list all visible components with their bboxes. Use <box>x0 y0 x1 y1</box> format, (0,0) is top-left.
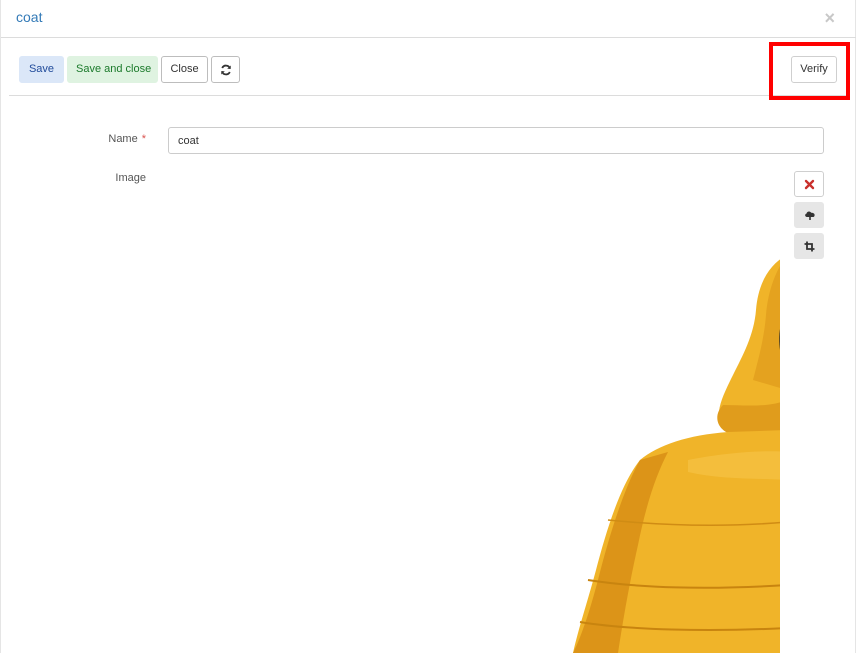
crop-icon <box>804 241 815 252</box>
refresh-button[interactable] <box>211 56 240 83</box>
refresh-icon <box>221 64 231 76</box>
image-preview <box>168 160 787 653</box>
remove-icon <box>804 179 815 190</box>
name-input[interactable] <box>168 127 824 154</box>
toolbar: Save Save and close Close Verify <box>1 38 856 96</box>
save-button[interactable]: Save <box>19 56 64 83</box>
name-label-text: Name <box>108 133 138 145</box>
required-marker: * <box>141 133 146 145</box>
dialog-title: coat <box>16 9 43 25</box>
cloud-upload-icon <box>805 211 815 220</box>
image-label: Image <box>115 172 146 184</box>
dialog-header: coat × <box>1 0 856 38</box>
verify-button[interactable]: Verify <box>791 56 837 83</box>
close-icon[interactable]: × <box>824 8 835 28</box>
name-label: Name * <box>61 133 146 145</box>
remove-image-button[interactable] <box>794 171 824 197</box>
crop-image-button[interactable] <box>794 233 824 259</box>
edit-dialog: coat × Save Save and close Close Verify … <box>0 0 856 653</box>
save-and-close-button[interactable]: Save and close <box>67 56 158 83</box>
upload-image-button[interactable] <box>794 202 824 228</box>
toolbar-divider <box>9 95 847 96</box>
coat-image <box>573 160 787 653</box>
close-button[interactable]: Close <box>161 56 208 83</box>
